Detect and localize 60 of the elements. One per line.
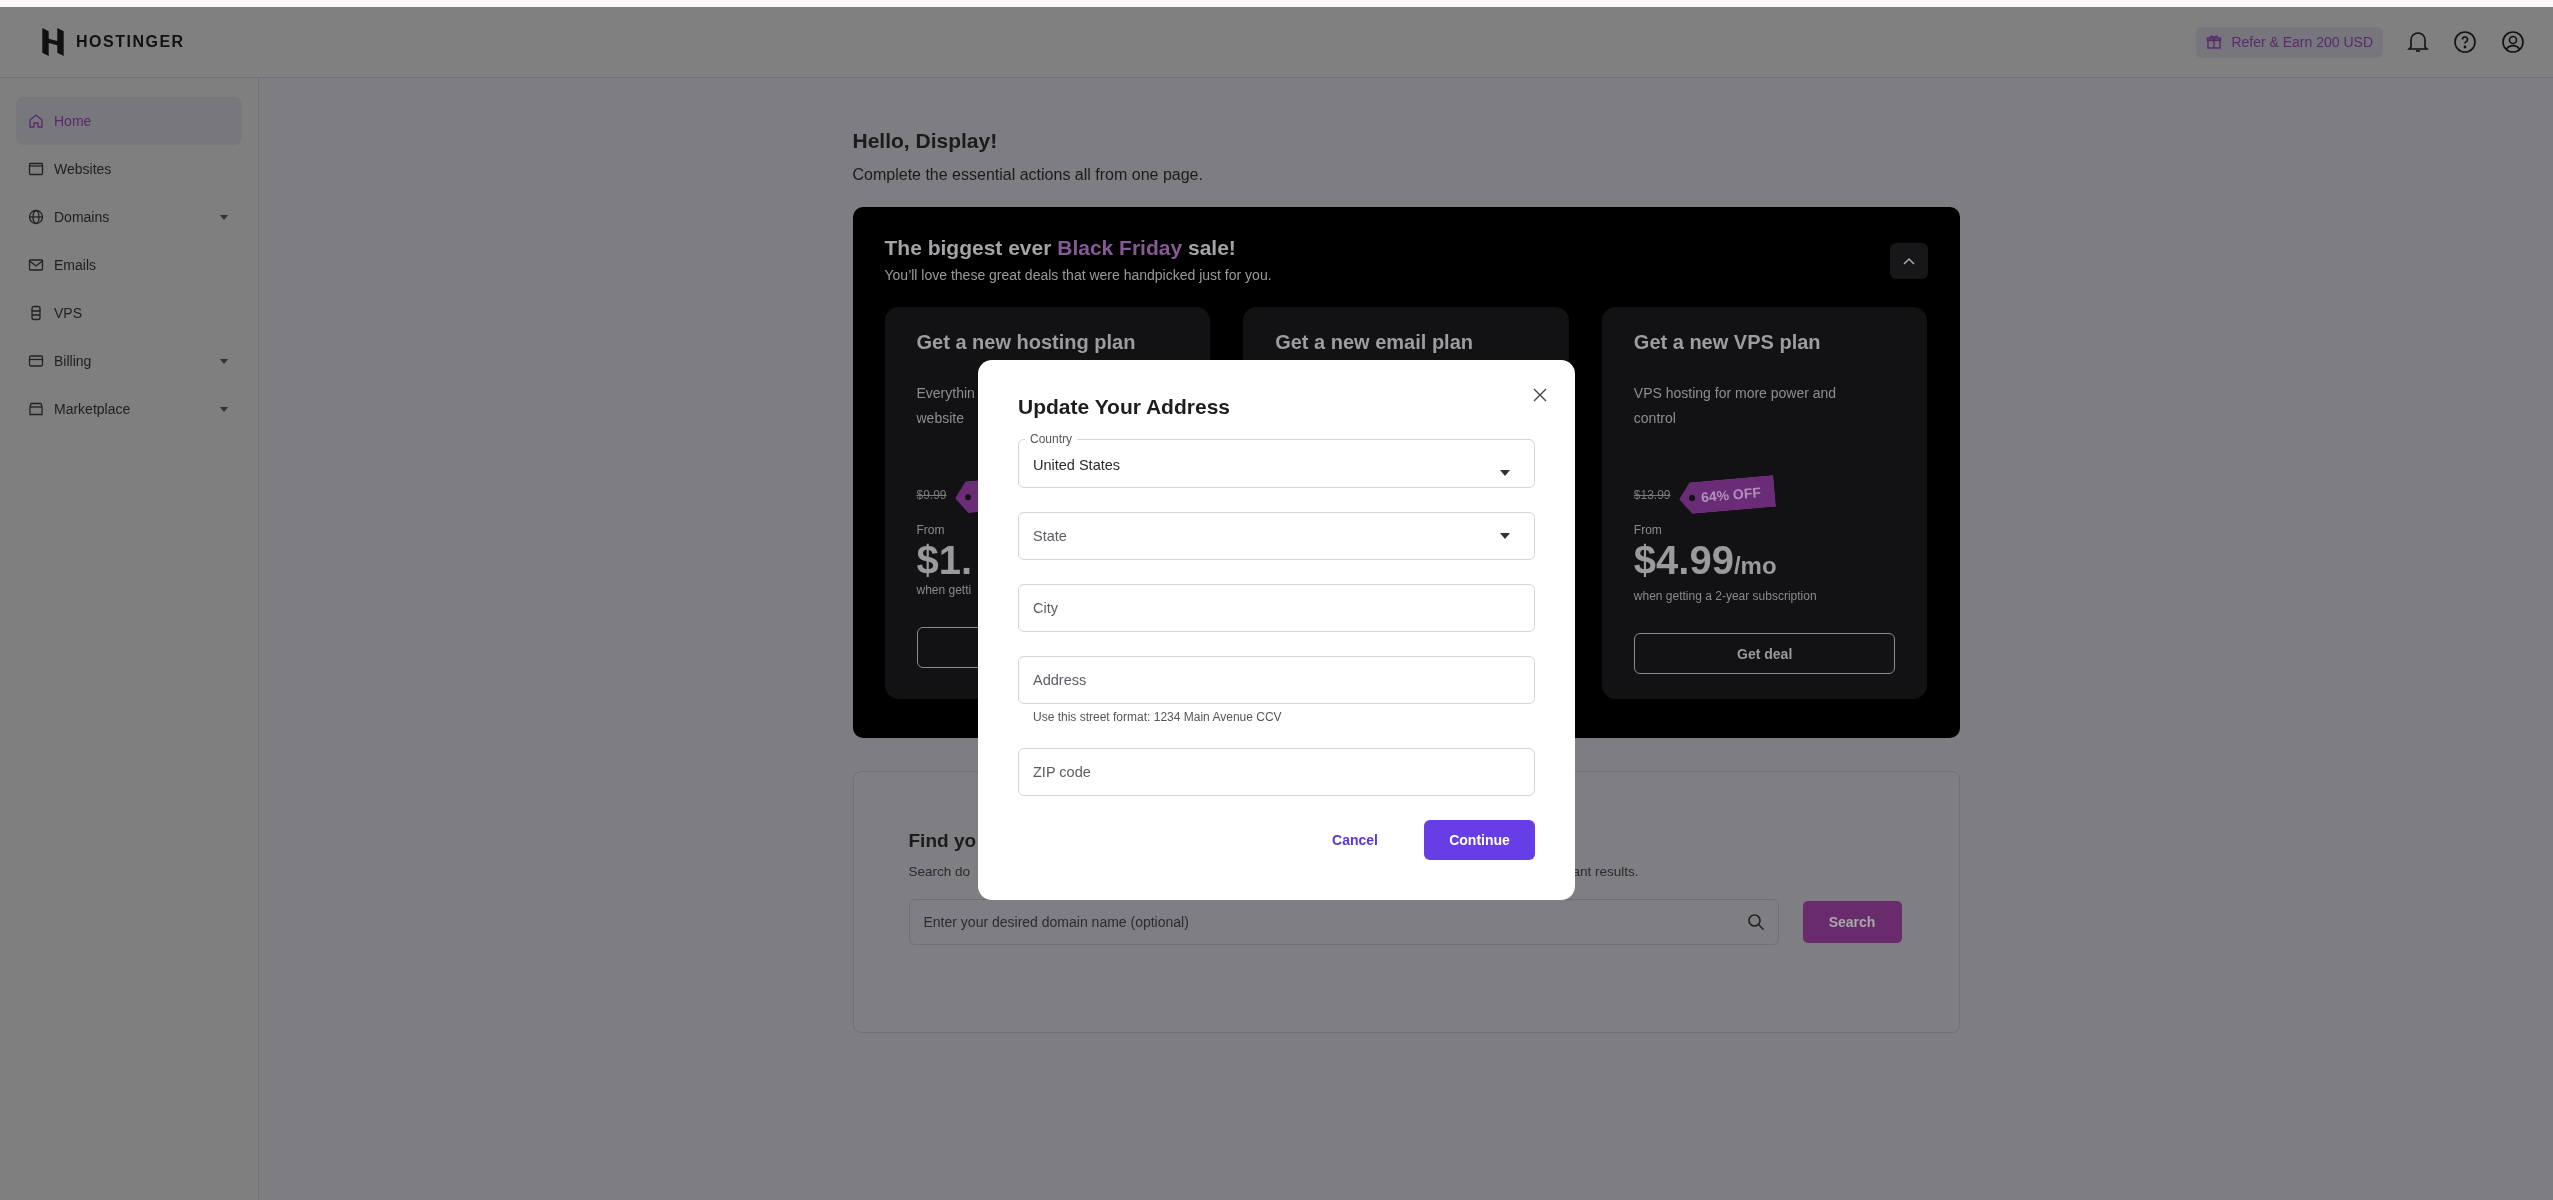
logo-icon[interactable] <box>40 27 66 57</box>
country-select[interactable]: Country United States <box>1018 432 1535 488</box>
sidebar-item[interactable]: Websites <box>16 145 242 193</box>
from-label: From <box>1633 523 1662 537</box>
logo-text[interactable]: HOSTINGER <box>76 33 185 51</box>
notification-bell-icon[interactable] <box>2407 30 2429 54</box>
greeting-subtitle: Complete the essential actions all from one page. <box>852 165 1204 185</box>
field-hint: Use this street format: 1234 Main Avenue CCV <box>1032 710 1283 724</box>
card-description: website <box>916 409 965 428</box>
sidebar-item[interactable]: Marketplace <box>16 385 242 433</box>
price-note: when getting a 2-year subscription <box>1633 589 1817 603</box>
home-icon <box>28 113 44 129</box>
card-description: Everythin <box>916 384 975 403</box>
old-price: $9.99 <box>916 488 947 502</box>
from-label: From <box>916 523 945 537</box>
cancel-button[interactable]: Cancel <box>1326 824 1384 856</box>
help-icon[interactable] <box>2453 30 2477 54</box>
price: $4.99/mo <box>1633 537 1777 584</box>
card-description: control <box>1633 409 1677 428</box>
credit-card-icon <box>28 353 44 369</box>
caret-icon <box>1500 470 1510 476</box>
card-description: VPS hosting for more power and <box>1633 384 1837 403</box>
old-price: $13.99 <box>1633 488 1671 502</box>
sidebar-item[interactable]: Billing <box>16 337 242 385</box>
sidebar-item[interactable]: VPS <box>16 289 242 337</box>
input-field[interactable]: Address <box>1018 656 1535 704</box>
search-button[interactable]: Search <box>1802 901 1902 943</box>
promo-subtitle: You’ll love these great deals that were handpicked just for you. <box>884 267 1272 283</box>
globe-icon <box>28 209 44 225</box>
deal-button[interactable]: Get deal <box>1633 633 1896 674</box>
price-note: when getti <box>916 583 972 597</box>
dialog-title: Update Your Address <box>1018 394 1231 420</box>
close-icon[interactable] <box>1533 388 1547 402</box>
greeting-title: Hello, Display! <box>852 128 999 154</box>
server-icon <box>28 305 44 321</box>
promo-title: The biggest ever Black Friday sale! <box>884 235 1237 261</box>
state-select[interactable]: State <box>1018 512 1535 560</box>
refer-button[interactable]: Refer & Earn 200 USD <box>2196 26 2383 58</box>
caret-icon <box>1500 533 1510 539</box>
domain-title: Find yo <box>908 829 976 853</box>
sidebar-item[interactable]: Home <box>16 97 242 145</box>
chevron-icon <box>1902 257 1915 265</box>
card-title: Get a new hosting plan <box>916 330 1136 355</box>
input-field[interactable]: ZIP code <box>1018 748 1535 796</box>
search-icon <box>1746 913 1765 931</box>
domain-search-field[interactable]: Enter your desired domain name (optional) <box>908 899 1779 945</box>
card-title: Get a new VPS plan <box>1633 330 1821 355</box>
price: $1. <box>916 537 973 583</box>
continue-button[interactable]: Continue <box>1424 820 1535 860</box>
envelope-icon <box>28 257 44 273</box>
account-icon[interactable] <box>2501 30 2525 54</box>
sidebar-item[interactable]: Domains <box>16 193 242 241</box>
gift-icon <box>2206 34 2223 50</box>
input-field[interactable]: City <box>1018 584 1535 632</box>
discount-tag: 64% OFF <box>1677 474 1776 516</box>
domain-description: Search do <box>908 864 972 879</box>
browser-window-icon <box>28 161 44 177</box>
storefront-icon <box>28 401 44 417</box>
card-title: Get a new email plan <box>1275 330 1473 355</box>
sidebar-item[interactable]: Emails <box>16 241 242 289</box>
